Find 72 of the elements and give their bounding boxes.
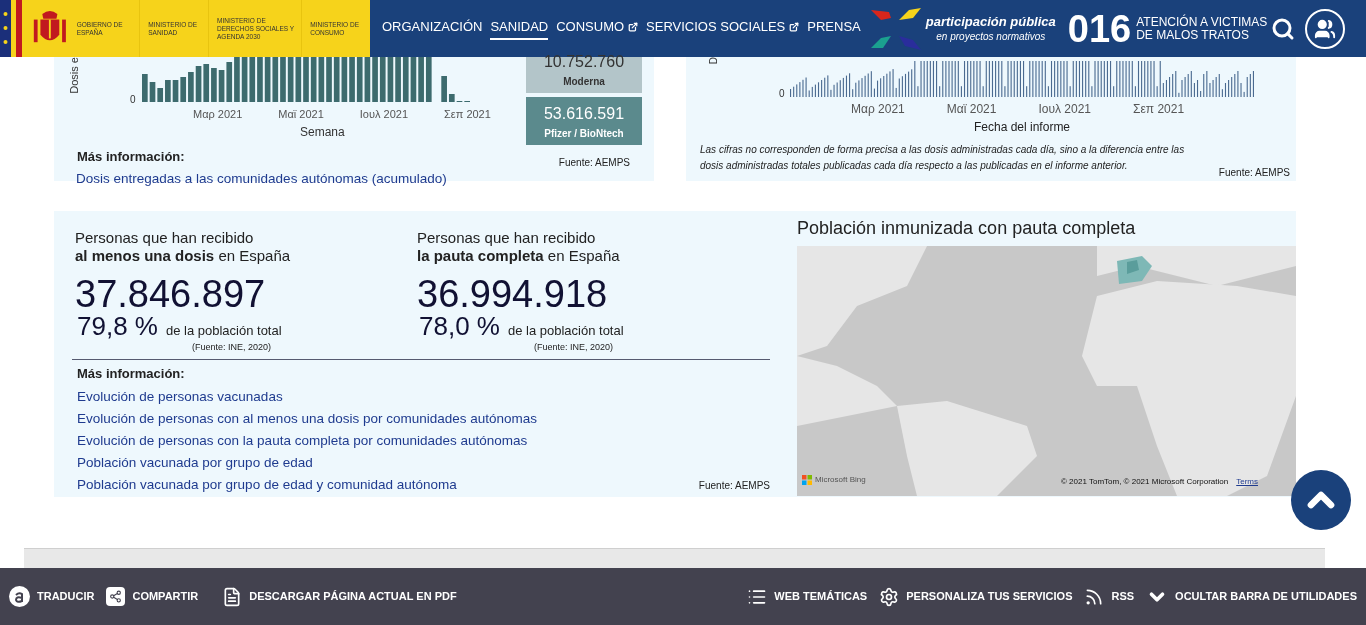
source-note: Fuente: AEMPS [698, 479, 770, 493]
axis-label: Σεπ 2021 [1133, 101, 1185, 118]
axis-label: Μαρ 2021 [851, 101, 905, 118]
stat-caption: Personas que han recibido [75, 229, 255, 247]
hotline-number: 016 [1067, 9, 1132, 48]
info-link[interactable]: Población vacunada por grupo de edad y comunidad autónoma [77, 477, 538, 493]
axis-label: Σεπ 2021 [444, 107, 491, 122]
search-icon[interactable] [1271, 16, 1296, 41]
axis-title: Semana [300, 123, 346, 141]
map-title: Población inmunizada con pauta completa [797, 217, 1137, 240]
axis-title: Dosis e [67, 57, 78, 94]
section-heading: Más información: [77, 147, 186, 166]
settings-icon [879, 586, 900, 607]
utility-link[interactable]: OCULTAR BARRA DE UTILIDADES [1146, 585, 1357, 608]
vaccine-tile: 53.616.591 Pfizer / BioNtech [526, 97, 642, 145]
users-icon[interactable] [1305, 8, 1346, 49]
utility-link[interactable]: TRADUCIR [9, 586, 95, 607]
nav-link[interactable]: PRENSA [807, 17, 861, 40]
utility-link[interactable]: RSS [1084, 586, 1135, 607]
utility-link[interactable]: COMPARTIR [106, 587, 199, 606]
utility-link[interactable]: WEB TEMÁTICAS [747, 586, 868, 607]
source-note: Fuente: AEMPS [1218, 166, 1290, 180]
nav-link[interactable]: SERVICIOS SOCIALES [646, 17, 800, 40]
translate-icon [9, 586, 30, 607]
source-note: (Fuente: INE, 2020) [534, 341, 615, 354]
hotline-text: ATENCIÓN A VICTIMAS [1136, 15, 1268, 29]
info-link[interactable]: Evolución de personas vacunadas [77, 389, 538, 405]
info-link[interactable]: Dosis entregadas a las comunidades autónomas (acumulado) [76, 169, 526, 190]
stat-count: 37.846.897 [75, 274, 267, 314]
stat-caption: al menos una dosis en España [75, 247, 292, 265]
axis-title: D [707, 57, 720, 65]
axis-label: Μαϊ 2021 [946, 101, 997, 118]
info-link[interactable]: Población vacunada por grupo de edad [77, 455, 538, 471]
utility-link[interactable]: DESCARGAR PÁGINA ACTUAL EN PDF [222, 586, 457, 607]
axis-label: Ιουλ 2021 [359, 107, 409, 122]
axis-label: Ιουλ 2021 [1038, 101, 1092, 118]
axis-label: Μαϊ 2021 [278, 107, 324, 122]
map-copyright: © 2021 TomTom, © 2021 Microsoft Corporation [1060, 476, 1229, 488]
section-heading: Más información: [77, 364, 186, 383]
axis-tick: 0 [779, 87, 785, 101]
external-link-icon [628, 22, 639, 32]
share-icon [106, 587, 126, 606]
nav-link[interactable]: ORGANIZACIÓN [382, 17, 483, 40]
terms-link[interactable]: Terms [1236, 476, 1258, 488]
hotline-text: DE MALOS TRATOS [1136, 28, 1250, 42]
pdf-icon [222, 586, 243, 607]
nav-link[interactable]: CONSUMO [556, 17, 639, 40]
stat-caption: la pauta completa en España [417, 247, 621, 265]
stat-count: 36.994.918 [417, 274, 609, 314]
stat-percent: 78,0 % [419, 311, 500, 341]
map-panel[interactable]: Microsoft Bing © 2021 TomTom, © 2021 Microsoft Corporation Terms [797, 246, 1296, 496]
axis-title: Fecha del informe [974, 119, 1072, 136]
scroll-top-button[interactable] [1291, 470, 1351, 530]
bing-logo-icon [802, 475, 812, 485]
source-note: Fuente: AEMPS [558, 156, 630, 170]
stat-percent-label: de la población total [165, 322, 282, 340]
vaccine-tile: 10.752.760 Moderna [526, 57, 642, 93]
stat-caption: Personas que han recibido [417, 229, 597, 247]
participation-subtitle: en proyectos normativos [936, 32, 1046, 42]
participation-title: participación pública [925, 15, 1056, 28]
stat-percent-label: de la población total [507, 322, 624, 340]
source-note: (Fuente: INE, 2020) [192, 341, 273, 354]
axis-tick: 0 [130, 93, 136, 107]
chart-note: Las cifras no corresponden de forma precisa a las dosis administradas cada día, sino a la diferencia entre las dosis administradas totales publicadas cada día respecto a las publicadas en el informe anterior. [700, 143, 1186, 173]
nav-link[interactable]: SANIDAD [490, 17, 549, 40]
axis-label: Μαρ 2021 [193, 107, 243, 122]
map-brand: Microsoft Bing [815, 474, 866, 486]
info-link[interactable]: Evolución de personas con la pauta completa por comunidades autónomas [77, 433, 538, 449]
external-link-icon [789, 22, 800, 32]
stat-percent: 79,8 % [77, 311, 158, 341]
info-link[interactable]: Evolución de personas con al menos una dosis por comunidades autónomas [77, 411, 538, 427]
utility-link[interactable]: PERSONALIZA TUS SERVICIOS [879, 586, 1073, 607]
